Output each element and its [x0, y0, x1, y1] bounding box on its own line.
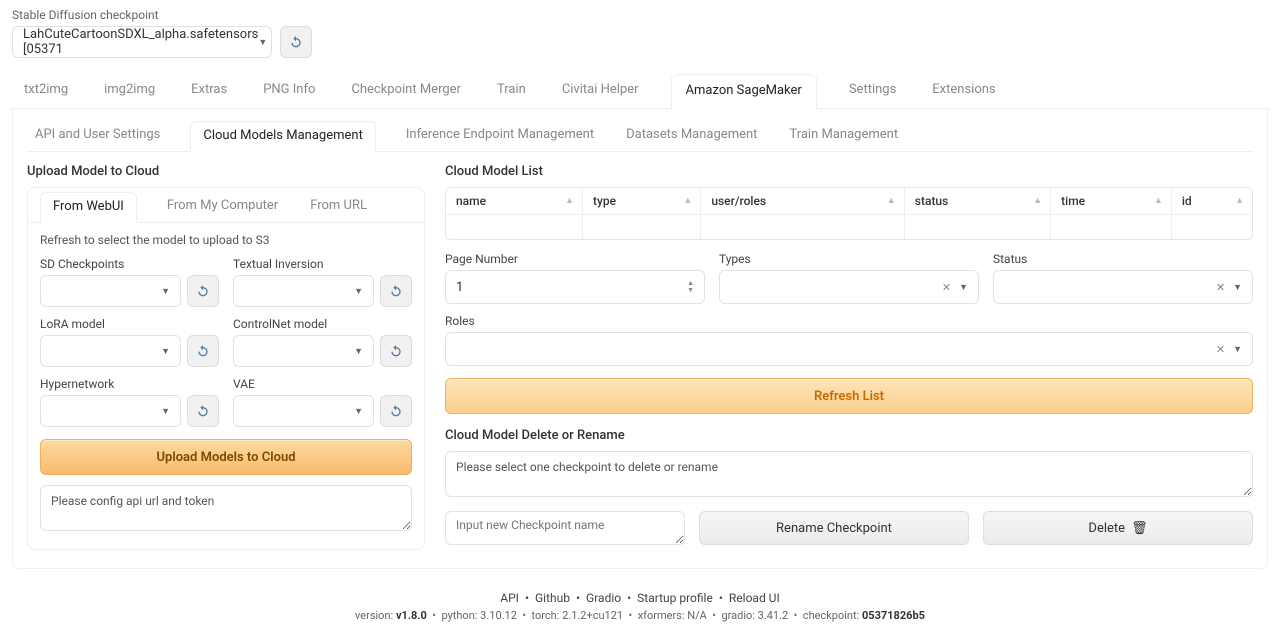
lora-model-select[interactable]: ▼	[40, 335, 181, 367]
number-stepper-icon[interactable]: ▲▼	[687, 280, 694, 294]
table-cell	[1172, 215, 1252, 239]
footer-link-api[interactable]: API	[500, 591, 519, 605]
field-label: ControlNet model	[233, 317, 412, 331]
delete-hint-text[interactable]	[445, 451, 1253, 497]
hypernetwork-select[interactable]: ▼	[40, 395, 181, 427]
clear-icon[interactable]: ✕	[942, 281, 951, 294]
main-tabs: txt2img img2img Extras PNG Info Checkpoint M…	[12, 74, 1268, 109]
col-status[interactable]: status▲	[905, 188, 1051, 215]
table-cell	[583, 215, 701, 239]
refresh-controlnet-model-button[interactable]	[380, 335, 412, 367]
delete-rename-heading: Cloud Model Delete or Rename	[445, 428, 1253, 443]
footer-link-gradio[interactable]: Gradio	[586, 591, 621, 605]
table-cell	[446, 215, 583, 239]
table-cell	[905, 215, 1051, 239]
field-label: Textual Inversion	[233, 257, 412, 271]
subtab-datasets-management[interactable]: Datasets Management	[624, 121, 759, 151]
refresh-vae-button[interactable]	[380, 395, 412, 427]
field-label: Hypernetwork	[40, 377, 219, 391]
new-checkpoint-name-input[interactable]	[445, 511, 685, 545]
roles-label: Roles	[445, 314, 1253, 328]
col-name[interactable]: name▲	[446, 188, 583, 215]
refresh-sd-checkpoints-button[interactable]	[187, 275, 219, 307]
delete-label: Delete	[1088, 521, 1125, 536]
tab-txt2img[interactable]: txt2img	[20, 74, 72, 108]
footer-link-github[interactable]: Github	[535, 591, 570, 605]
tab-checkpoint-merger[interactable]: Checkpoint Merger	[347, 74, 465, 108]
upload-hint: Refresh to select the model to upload to…	[40, 233, 412, 247]
col-time[interactable]: time▲	[1051, 188, 1172, 215]
chevron-down-icon: ▼	[959, 282, 968, 293]
clear-icon[interactable]: ✕	[1216, 281, 1225, 294]
sd-checkpoints-select[interactable]: ▼	[40, 275, 181, 307]
checkpoint-value: LahCuteCartoonSDXL_alpha.safetensors [05…	[23, 27, 258, 57]
footer-link-reload-ui[interactable]: Reload UI	[729, 591, 780, 605]
page-number-input[interactable]: 1 ▲▼	[445, 270, 705, 304]
textual-inversion-select[interactable]: ▼	[233, 275, 374, 307]
footer-link-startup-profile[interactable]: Startup profile	[637, 591, 713, 605]
roles-select[interactable]: ✕▼	[445, 332, 1253, 366]
subtab-train-management[interactable]: Train Management	[787, 121, 900, 151]
types-label: Types	[719, 252, 979, 266]
cloud-model-table: name▲type▲user/roles▲status▲time▲id▲	[445, 187, 1253, 240]
table-cell	[701, 215, 904, 239]
cloud-list-heading: Cloud Model List	[445, 164, 1253, 179]
subtab-inference-endpoint-management[interactable]: Inference Endpoint Management	[404, 121, 596, 151]
tab-amazon-sagemaker[interactable]: Amazon SageMaker	[671, 74, 817, 109]
page-number-value: 1	[456, 280, 463, 295]
refresh-icon	[288, 34, 304, 50]
rename-checkpoint-button[interactable]: Rename Checkpoint	[699, 511, 969, 545]
tab-png-info[interactable]: PNG Info	[259, 74, 319, 108]
upload-heading: Upload Model to Cloud	[27, 164, 425, 179]
upload-tab-from-webui[interactable]: From WebUI	[40, 192, 137, 223]
subtab-api-and-user-settings[interactable]: API and User Settings	[33, 121, 162, 151]
tab-civitai-helper[interactable]: Civitai Helper	[558, 74, 643, 108]
status-select[interactable]: ✕▼	[993, 270, 1253, 304]
refresh-textual-inversion-button[interactable]	[380, 275, 412, 307]
clear-icon[interactable]: ✕	[1216, 343, 1225, 356]
field-label: SD Checkpoints	[40, 257, 219, 271]
chevron-down-icon: ▼	[1233, 344, 1242, 355]
field-label: LoRA model	[40, 317, 219, 331]
upload-models-button[interactable]: Upload Models to Cloud	[40, 439, 412, 475]
checkpoint-select[interactable]: LahCuteCartoonSDXL_alpha.safetensors [05…	[12, 26, 272, 58]
chevron-down-icon: ▼	[258, 37, 267, 48]
page-number-label: Page Number	[445, 252, 705, 266]
col-type[interactable]: type▲	[583, 188, 701, 215]
upload-tab-from-my-computer[interactable]: From My Computer	[165, 192, 280, 222]
upload-source-tabs: From WebUI From My Computer From URL	[28, 188, 424, 223]
chevron-down-icon: ▼	[1233, 282, 1242, 293]
tab-settings[interactable]: Settings	[845, 74, 900, 108]
footer: API•Github•Gradio•Startup profile•Reload…	[12, 591, 1268, 622]
upload-tab-from-url[interactable]: From URL	[308, 192, 369, 222]
refresh-checkpoint-button[interactable]	[280, 26, 312, 58]
trash-icon: 🗑	[1131, 521, 1148, 536]
field-label: VAE	[233, 377, 412, 391]
col-id[interactable]: id▲	[1172, 188, 1252, 215]
controlnet-model-select[interactable]: ▼	[233, 335, 374, 367]
sub-tabs: API and User Settings Cloud Models Manage…	[27, 121, 1253, 152]
delete-checkpoint-button[interactable]: Delete 🗑	[983, 511, 1253, 545]
refresh-hypernetwork-button[interactable]	[187, 395, 219, 427]
refresh-list-button[interactable]: Refresh List	[445, 378, 1253, 414]
vae-select[interactable]: ▼	[233, 395, 374, 427]
refresh-lora-model-button[interactable]	[187, 335, 219, 367]
checkpoint-label: Stable Diffusion checkpoint	[12, 8, 1268, 22]
tab-extras[interactable]: Extras	[187, 74, 231, 108]
table-cell	[1051, 215, 1172, 239]
col-user-roles[interactable]: user/roles▲	[701, 188, 904, 215]
subtab-cloud-models-management[interactable]: Cloud Models Management	[190, 121, 375, 152]
tab-img2img[interactable]: img2img	[100, 74, 159, 108]
status-filter-label: Status	[993, 252, 1253, 266]
tab-train[interactable]: Train	[493, 74, 530, 108]
types-select[interactable]: ✕▼	[719, 270, 979, 304]
tab-extensions[interactable]: Extensions	[928, 74, 999, 108]
upload-status-text[interactable]	[40, 485, 412, 531]
